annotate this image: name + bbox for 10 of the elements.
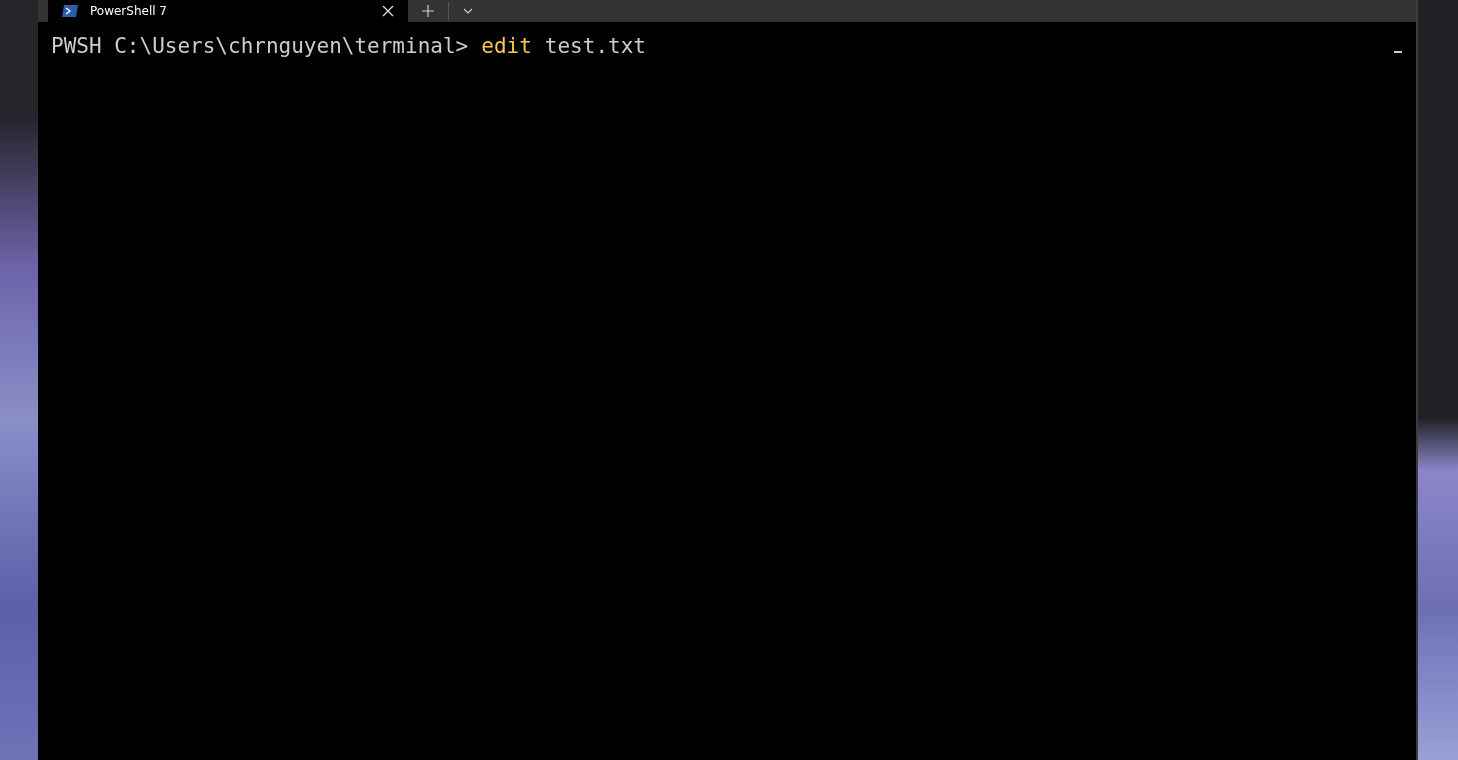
terminal-tab[interactable]: PowerShell 7 — [48, 0, 408, 22]
new-tab-icon[interactable] — [422, 5, 434, 17]
command-text: edit — [481, 34, 532, 60]
dropdown-icon[interactable] — [463, 8, 473, 14]
cursor — [1394, 51, 1402, 53]
prompt-text: PWSH C:\Users\chrnguyen\terminal> — [51, 34, 469, 60]
close-icon[interactable] — [382, 5, 394, 17]
tab-title: PowerShell 7 — [90, 4, 168, 18]
argument-text: test.txt — [544, 34, 646, 60]
powershell-icon — [62, 5, 78, 17]
